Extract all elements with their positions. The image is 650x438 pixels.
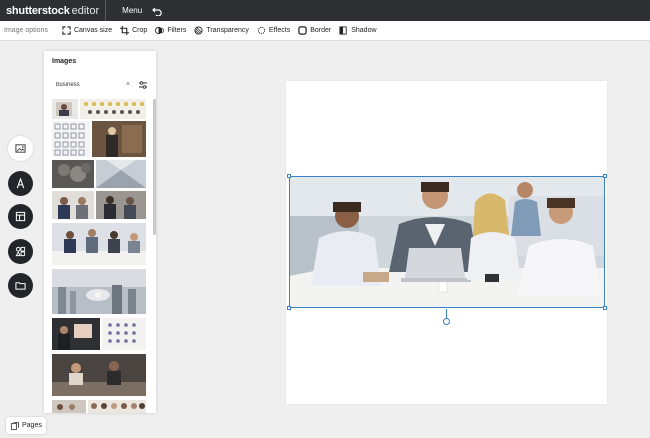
shadow-icon xyxy=(339,26,347,35)
resize-handle-top-right[interactable] xyxy=(603,174,607,178)
brand-name: shutterstock xyxy=(6,4,70,17)
image-search: × xyxy=(50,78,150,92)
thumbnail-art xyxy=(96,160,146,188)
image-thumbnail[interactable] xyxy=(52,354,146,396)
rail-uploads-button[interactable] xyxy=(8,273,33,298)
thumbnail-art xyxy=(52,318,100,350)
crop-icon xyxy=(120,26,130,35)
image-thumbnail[interactable] xyxy=(52,160,94,188)
resize-handle-bottom-right[interactable] xyxy=(603,306,607,310)
filters-icon xyxy=(155,26,165,35)
border-icon xyxy=(298,26,307,35)
thumbnail-art xyxy=(52,269,146,314)
image-thumbnail[interactable] xyxy=(88,400,146,413)
border-button[interactable]: Border xyxy=(298,26,331,35)
thumbnail-art xyxy=(88,400,146,413)
resize-icon xyxy=(62,26,71,35)
canvas-size-label: Canvas size xyxy=(73,27,113,34)
image-thumbnail[interactable] xyxy=(52,400,86,413)
image-thumbnail[interactable] xyxy=(52,99,78,119)
top-bar: shutterstock editor Menu xyxy=(0,0,650,21)
image-thumbnail[interactable] xyxy=(80,99,146,119)
image-thumbnail[interactable] xyxy=(92,121,146,157)
image-thumbnail[interactable] xyxy=(52,191,94,219)
pages-button[interactable]: Pages xyxy=(6,417,46,434)
image-thumbnail[interactable] xyxy=(52,223,146,265)
thumbnail-art xyxy=(52,223,146,265)
images-panel: Images × xyxy=(44,51,156,413)
meeting-photo xyxy=(289,176,605,308)
resize-handle-bottom-left[interactable] xyxy=(287,306,291,310)
folder-icon xyxy=(15,282,26,290)
image-search-input[interactable] xyxy=(50,82,118,88)
brand-logo: shutterstock editor xyxy=(0,5,99,17)
image-thumbnail[interactable] xyxy=(102,318,146,350)
image-thumbnail[interactable] xyxy=(52,318,100,350)
image-thumbnail[interactable] xyxy=(52,269,146,314)
rail-images-button[interactable] xyxy=(8,136,33,161)
shadow-label: Shadow xyxy=(351,27,377,34)
elements-icon xyxy=(15,246,26,257)
images-panel-title: Images xyxy=(52,58,77,65)
undo-icon[interactable] xyxy=(152,6,162,16)
thumbnail-art xyxy=(96,191,146,219)
image-icon xyxy=(15,144,26,153)
effects-button[interactable]: Effects xyxy=(257,26,290,35)
thumbnail-art xyxy=(52,191,94,219)
thumbnail-art xyxy=(52,354,146,396)
rail-templates-button[interactable] xyxy=(8,204,33,229)
filters-button[interactable]: Filters xyxy=(155,26,186,35)
image-options-bar: Image options Canvas size Crop Filters T… xyxy=(0,21,650,41)
menu-button[interactable]: Menu xyxy=(122,6,142,15)
pages-label: Pages xyxy=(22,422,42,429)
crop-button[interactable]: Crop xyxy=(120,26,147,35)
rail-text-button[interactable] xyxy=(8,171,33,196)
text-icon xyxy=(16,178,25,189)
thumbnail-art xyxy=(84,102,144,114)
filters-label: Filters xyxy=(167,27,187,34)
thumbnail-art xyxy=(54,123,85,156)
image-options-title: Image options xyxy=(4,27,48,34)
filter-settings-icon[interactable] xyxy=(138,80,148,90)
transparency-icon xyxy=(194,26,203,35)
transparency-button[interactable]: Transparency xyxy=(194,26,249,35)
shadow-button[interactable]: Shadow xyxy=(339,26,377,35)
pages-icon xyxy=(11,421,19,430)
thumbnail-art xyxy=(52,160,94,188)
panel-scrollbar[interactable] xyxy=(153,99,156,235)
resize-handle-top-left[interactable] xyxy=(287,174,291,178)
selected-image[interactable] xyxy=(289,176,605,308)
image-thumbnail[interactable] xyxy=(52,121,90,157)
brand-product: editor xyxy=(71,4,100,17)
crop-label: Crop xyxy=(132,27,148,34)
thumbnail-art xyxy=(108,323,136,343)
effects-label: Effects xyxy=(268,27,291,34)
image-thumbnail[interactable] xyxy=(96,160,146,188)
thumbnail-art xyxy=(56,102,72,116)
clear-search-icon[interactable]: × xyxy=(124,81,132,89)
rotate-handle[interactable] xyxy=(443,318,450,325)
image-thumbnail[interactable] xyxy=(96,191,146,219)
top-bar-divider xyxy=(105,0,107,21)
border-label: Border xyxy=(310,27,332,34)
thumbnail-art xyxy=(52,400,86,413)
layout-icon xyxy=(15,211,26,222)
transparency-label: Transparency xyxy=(206,27,249,34)
canvas-size-button[interactable]: Canvas size xyxy=(62,26,112,35)
rail-elements-button[interactable] xyxy=(8,239,33,264)
thumbnail-art xyxy=(92,121,146,157)
effects-icon xyxy=(257,26,266,35)
